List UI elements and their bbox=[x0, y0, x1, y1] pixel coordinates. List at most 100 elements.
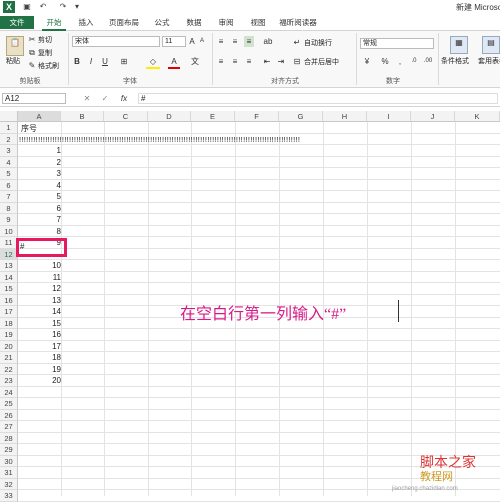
cell-number[interactable]: 14 bbox=[18, 306, 61, 318]
save-icon[interactable]: ▣ bbox=[22, 1, 32, 12]
fill-color-icon[interactable]: ◇ bbox=[146, 56, 160, 69]
conditional-format-icon[interactable]: ▦ bbox=[450, 36, 468, 54]
column-header-i[interactable]: I bbox=[367, 111, 411, 122]
decrease-decimal-icon[interactable]: .00 bbox=[422, 56, 434, 67]
row-header-4[interactable]: 4 bbox=[0, 156, 18, 168]
row-header-6[interactable]: 6 bbox=[0, 179, 18, 191]
tab-view[interactable]: 视图 bbox=[246, 16, 270, 29]
row-header-30[interactable]: 30 bbox=[0, 455, 18, 467]
cut-button[interactable]: 剪切 bbox=[38, 35, 52, 45]
align-left-icon[interactable]: ≡ bbox=[216, 56, 226, 67]
font-color-icon[interactable]: A bbox=[168, 56, 180, 69]
row-header-21[interactable]: 21 bbox=[0, 352, 18, 364]
column-header-b[interactable]: B bbox=[61, 111, 104, 122]
bold-button[interactable]: B bbox=[72, 56, 82, 67]
cell-number[interactable]: 17 bbox=[18, 341, 61, 353]
cell-number[interactable]: 5 bbox=[18, 191, 61, 203]
increase-font-icon[interactable]: A bbox=[188, 36, 196, 47]
column-header-k[interactable]: K bbox=[455, 111, 500, 122]
cell-a1[interactable]: 序号 bbox=[21, 123, 37, 134]
cell-number[interactable]: 11 bbox=[18, 272, 61, 284]
tab-formulas[interactable]: 公式 bbox=[150, 16, 174, 29]
percent-button[interactable]: % bbox=[380, 56, 390, 67]
number-format-select[interactable]: 常规 bbox=[360, 38, 434, 49]
currency-icon[interactable]: ¥ bbox=[360, 56, 374, 67]
row-header-22[interactable]: 22 bbox=[0, 363, 18, 375]
tab-page-layout[interactable]: 页面布局 bbox=[106, 16, 142, 29]
cell-number[interactable]: 10 bbox=[18, 260, 61, 272]
cell-number[interactable]: 16 bbox=[18, 329, 61, 341]
increase-indent-icon[interactable]: ⇥ bbox=[276, 56, 286, 67]
cell-number[interactable]: 1 bbox=[18, 145, 61, 157]
row-header-32[interactable]: 32 bbox=[0, 478, 18, 490]
row-header-18[interactable]: 18 bbox=[0, 317, 18, 329]
enter-icon[interactable]: ✓ bbox=[100, 93, 110, 104]
row-header-26[interactable]: 26 bbox=[0, 409, 18, 421]
row-header-28[interactable]: 28 bbox=[0, 432, 18, 444]
cell-number[interactable]: 7 bbox=[18, 214, 61, 226]
table-format-button[interactable]: 套用表格格 bbox=[478, 56, 500, 66]
column-header-j[interactable]: J bbox=[411, 111, 455, 122]
row-header-3[interactable]: 3 bbox=[0, 145, 18, 157]
tab-data[interactable]: 数据 bbox=[182, 16, 206, 29]
font-size-select[interactable]: 11 bbox=[162, 36, 186, 47]
tab-insert[interactable]: 插入 bbox=[74, 16, 98, 29]
decrease-indent-icon[interactable]: ⇤ bbox=[262, 56, 272, 67]
cell-number[interactable]: 13 bbox=[18, 295, 61, 307]
conditional-format-button[interactable]: 条件格式 bbox=[441, 56, 469, 66]
align-middle-icon[interactable]: ≡ bbox=[230, 36, 240, 47]
column-header-g[interactable]: G bbox=[279, 111, 323, 122]
cell-number[interactable]: 19 bbox=[18, 364, 61, 376]
align-right-icon[interactable]: ≡ bbox=[244, 56, 254, 67]
align-bottom-icon[interactable]: ≡ bbox=[244, 36, 254, 47]
formula-input[interactable]: # bbox=[138, 93, 498, 104]
row-header-24[interactable]: 24 bbox=[0, 386, 18, 398]
row-header-8[interactable]: 8 bbox=[0, 202, 18, 214]
cell-number[interactable]: 18 bbox=[18, 352, 61, 364]
orientation-icon[interactable]: ab bbox=[262, 36, 274, 47]
merge-center-button[interactable]: 合并后居中 bbox=[304, 57, 339, 67]
paste-icon[interactable]: 📋 bbox=[6, 36, 24, 56]
column-header-f[interactable]: F bbox=[235, 111, 279, 122]
font-name-select[interactable]: 宋体 bbox=[72, 36, 160, 47]
align-top-icon[interactable]: ≡ bbox=[216, 36, 226, 47]
row-header-13[interactable]: 13 bbox=[0, 260, 18, 272]
column-header-h[interactable]: H bbox=[323, 111, 367, 122]
select-all-corner[interactable] bbox=[0, 111, 18, 122]
row-header-15[interactable]: 15 bbox=[0, 283, 18, 295]
cell-number[interactable]: 15 bbox=[18, 318, 61, 330]
row-header-1[interactable]: 1 bbox=[0, 122, 18, 134]
row-header-9[interactable]: 9 bbox=[0, 214, 18, 226]
row-header-31[interactable]: 31 bbox=[0, 467, 18, 479]
borders-icon[interactable]: ⊞ bbox=[118, 56, 130, 67]
column-header-a[interactable]: A bbox=[18, 111, 61, 122]
underline-button[interactable]: U bbox=[100, 56, 110, 67]
row-header-19[interactable]: 19 bbox=[0, 329, 18, 341]
tab-foxit-reader[interactable]: 福昕阅读器 bbox=[276, 16, 320, 29]
row-header-14[interactable]: 14 bbox=[0, 271, 18, 283]
align-center-icon[interactable]: ≡ bbox=[230, 56, 240, 67]
cell-number[interactable]: 8 bbox=[18, 226, 61, 238]
paste-button[interactable]: 粘贴 bbox=[6, 56, 20, 66]
row-header-10[interactable]: 10 bbox=[0, 225, 18, 237]
cell-number[interactable]: 4 bbox=[18, 180, 61, 192]
increase-decimal-icon[interactable]: .0 bbox=[408, 56, 420, 67]
row-header-23[interactable]: 23 bbox=[0, 375, 18, 387]
cell-number[interactable]: 3 bbox=[18, 168, 61, 180]
tab-file[interactable]: 文件 bbox=[0, 16, 34, 29]
wrap-text-button[interactable]: 自动换行 bbox=[304, 38, 332, 48]
customize-icon[interactable]: ▾ bbox=[72, 1, 82, 12]
cell-row2-fill[interactable]: !!!!!!!!!!!!!!!!!!!!!!!!!!!!!!!!!!!!!!!!… bbox=[19, 134, 497, 145]
row-header-17[interactable]: 17 bbox=[0, 306, 18, 318]
row-header-16[interactable]: 16 bbox=[0, 294, 18, 306]
name-box[interactable]: A12 bbox=[2, 93, 66, 104]
redo-icon[interactable]: ↷ bbox=[58, 1, 68, 12]
insert-function-icon[interactable]: fx bbox=[118, 93, 130, 104]
row-header-20[interactable]: 20 bbox=[0, 340, 18, 352]
column-header-e[interactable]: E bbox=[191, 111, 235, 122]
column-header-d[interactable]: D bbox=[148, 111, 191, 122]
cell-number[interactable]: 12 bbox=[18, 283, 61, 295]
cell-number[interactable]: 6 bbox=[18, 203, 61, 215]
row-header-29[interactable]: 29 bbox=[0, 444, 18, 456]
cell-number[interactable]: 20 bbox=[18, 375, 61, 387]
